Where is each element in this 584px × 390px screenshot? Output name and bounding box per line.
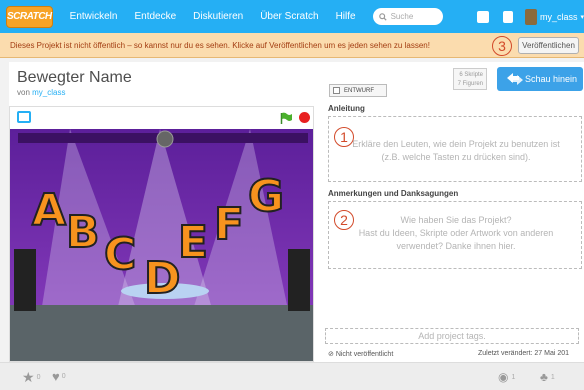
star-icon: ★	[22, 369, 35, 385]
remix-count: 1	[550, 373, 555, 381]
view-count: 1	[511, 373, 516, 381]
green-flag-icon[interactable]	[280, 112, 292, 124]
avatar[interactable]	[525, 8, 537, 25]
chevron-down-icon[interactable]: ▾	[580, 13, 584, 21]
instructions-field[interactable]: Erkläre den Leuten, wie dein Projekt zu …	[328, 116, 582, 182]
annotation-marker-3: 3	[492, 36, 512, 56]
project-tags-input[interactable]: Add project tags.	[325, 328, 579, 344]
project-player: ABCDEFG	[9, 106, 314, 362]
notes-heading: Anmerkungen und Danksagungen	[328, 189, 459, 198]
stage[interactable]: ABCDEFG	[10, 129, 313, 361]
project-author-line: von my_class	[17, 88, 65, 97]
nav-item-discuss[interactable]: Diskutieren	[193, 11, 243, 22]
bottom-bar: ★ 0 ♥ 0 ◉ 1 ♣ 1	[0, 362, 584, 390]
see-inside-button[interactable]: Schau hinein	[497, 67, 583, 91]
stage-letter-c: C	[104, 229, 136, 280]
nav-item-help[interactable]: Hilfe	[336, 11, 356, 22]
checkbox-box	[333, 87, 340, 94]
speaker-right	[288, 249, 310, 311]
share-status: ⊘ Nicht veröffentlicht	[328, 351, 394, 358]
project-title[interactable]: Bewegter Name	[17, 69, 132, 87]
notes-field[interactable]: Wie haben Sie das Projekt? Hast du Ideen…	[328, 201, 582, 269]
stage-letter-b: B	[66, 207, 100, 258]
my-stuff-icon[interactable]	[503, 10, 514, 23]
love-count: 0	[61, 373, 66, 380]
instructions-placeholder-1: Erkläre den Leuten, wie dein Projekt zu …	[352, 139, 560, 149]
instructions-heading: Anleitung	[328, 104, 365, 113]
fullscreen-icon[interactable]	[17, 111, 31, 123]
favorite-button[interactable]: ★ 0	[22, 369, 40, 386]
stage-floor	[10, 305, 313, 361]
author-link[interactable]: my_class	[32, 88, 65, 97]
see-inside-label: Schau hinein	[524, 74, 577, 84]
messages-icon[interactable]	[477, 10, 490, 23]
project-stats: 6 Skripte 7 Figuren	[453, 68, 487, 90]
share-status-label: Nicht veröffentlicht	[335, 351, 394, 358]
last-modified: Zuletzt verändert: 27 Mai 201	[478, 350, 570, 357]
draft-checkbox[interactable]: ENTWURF	[329, 84, 387, 97]
remix-counter: ♣ 1	[540, 370, 555, 384]
stage-letter-a: A	[32, 185, 66, 236]
stop-icon[interactable]	[299, 112, 310, 123]
favorite-count: 0	[36, 374, 41, 381]
top-navbar: SCRATCH Entwickeln Entdecke Diskutieren …	[0, 0, 584, 33]
instructions-placeholder-2: (z.B. welche Tasten zu drücken sind).	[381, 152, 531, 162]
nav-item-about[interactable]: Über Scratch	[260, 11, 318, 22]
scratch-logo[interactable]: SCRATCH	[6, 5, 53, 28]
banner-message: Dieses Projekt ist nicht öffentlich – so…	[10, 40, 430, 50]
nav-item-explore[interactable]: Entdecke	[134, 11, 176, 22]
eye-icon: ◉	[498, 370, 509, 384]
stage-canvas: A B C DE FG	[10, 129, 313, 361]
stage-letter-e: E	[178, 217, 208, 268]
annotation-marker-1: 1	[334, 127, 354, 147]
notes-placeholder-2: Hast du Ideen, Skripte oder Artwork von …	[358, 228, 554, 238]
annotation-marker-2: 2	[334, 210, 354, 230]
remix-tree-icon: ♣	[540, 370, 548, 384]
search-input[interactable]: Suche	[372, 8, 444, 25]
search-placeholder: Suche	[390, 12, 414, 21]
username[interactable]: my_class	[540, 12, 578, 22]
publish-button[interactable]: Veröffentlichen	[518, 37, 579, 54]
stage-letter-g: G	[248, 171, 284, 222]
scripts-count: 6 Skripte	[459, 72, 483, 78]
player-controls	[10, 107, 313, 129]
search-icon	[378, 12, 387, 21]
speaker-left	[14, 249, 36, 311]
heart-icon: ♥	[52, 369, 60, 384]
views-counter: ◉ 1	[498, 370, 515, 384]
nav-item-create[interactable]: Entwickeln	[70, 11, 118, 22]
notes-placeholder-3: verwendet? Danke ihnen hier.	[396, 241, 516, 251]
stage-letter-d: D	[144, 253, 181, 304]
love-button[interactable]: ♥ 0	[52, 369, 66, 384]
sprites-count: 7 Figuren	[457, 81, 483, 87]
draft-label: ENTWURF	[344, 87, 374, 94]
notes-placeholder-1: Wie haben Sie das Projekt?	[400, 215, 512, 225]
by-label: von	[17, 88, 30, 97]
remix-arrows-icon	[507, 73, 523, 85]
stage-letter-f: F	[214, 199, 244, 250]
disco-ball	[156, 130, 174, 148]
